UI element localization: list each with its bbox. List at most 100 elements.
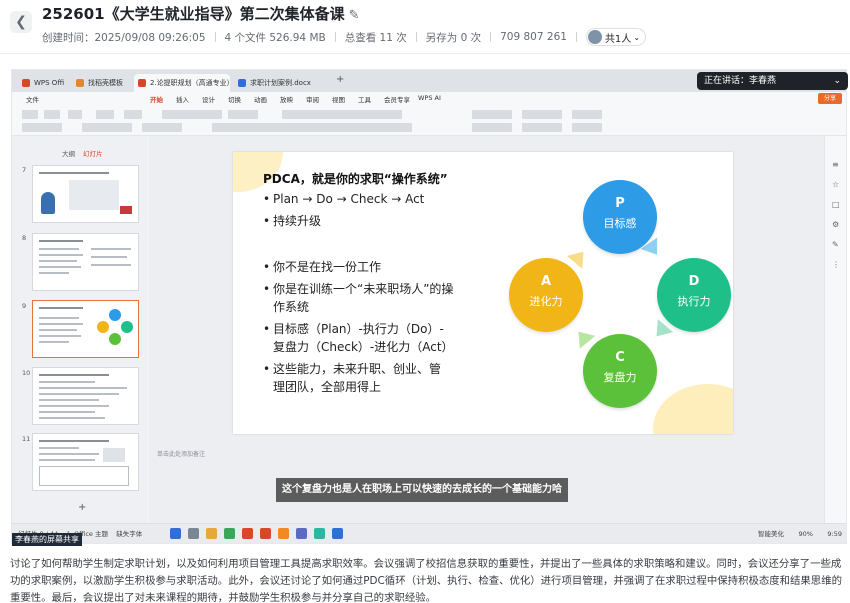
template-icon <box>76 79 84 87</box>
sidebar-tool-icon[interactable]: ⋮ <box>832 260 840 269</box>
thumb-line <box>39 381 95 383</box>
ribbon-tool[interactable] <box>22 123 62 132</box>
ribbon-tool[interactable] <box>68 110 82 119</box>
ribbon-tool[interactable] <box>472 110 512 119</box>
ribbon-tool[interactable] <box>522 123 562 132</box>
slide-thumbnail-selected[interactable] <box>32 300 139 358</box>
wps-share-button[interactable]: 分享 <box>818 93 842 104</box>
menu-home[interactable]: 开始 <box>150 94 163 107</box>
thumb-line <box>39 387 127 389</box>
thumb-circle <box>109 333 121 345</box>
ribbon-tool[interactable] <box>82 123 132 132</box>
ribbon-format-tools[interactable] <box>212 123 412 132</box>
folder-icon[interactable] <box>206 528 217 539</box>
search-icon[interactable] <box>188 528 199 539</box>
thumb-line <box>91 248 131 250</box>
windows-icon[interactable] <box>170 528 181 539</box>
tab-outline[interactable]: 大纲 <box>62 150 75 158</box>
slide-thumbnail[interactable] <box>32 433 139 491</box>
app-icon[interactable] <box>314 528 325 539</box>
add-slide-icon[interactable]: + <box>78 502 86 513</box>
new-tab-icon[interactable]: + <box>336 74 344 85</box>
app-icon[interactable] <box>278 528 289 539</box>
thumb-line <box>39 453 99 455</box>
ribbon-tool[interactable] <box>142 123 182 132</box>
ribbon-tool[interactable] <box>572 110 602 119</box>
thumb-line <box>39 399 99 401</box>
sidebar-tool-icon[interactable]: ✎ <box>832 240 839 249</box>
menu-file[interactable]: 文件 <box>26 94 39 104</box>
app-icon[interactable] <box>224 528 235 539</box>
ppt-icon <box>138 79 146 87</box>
wps-icon[interactable] <box>260 528 271 539</box>
ribbon-tool[interactable] <box>96 110 114 119</box>
divider <box>334 32 336 42</box>
thumb-image <box>103 448 125 462</box>
slide-title: PDCA，就是你的求职“操作系统” <box>263 172 448 186</box>
missing-font[interactable]: 缺失字体 <box>116 530 142 538</box>
sidebar-tool-icon[interactable]: ≡ <box>832 160 839 169</box>
ribbon-tool[interactable] <box>44 110 60 119</box>
ribbon-tool[interactable] <box>472 123 512 132</box>
menu-design[interactable]: 设计 <box>202 94 215 104</box>
ribbon-size-select[interactable] <box>228 110 258 119</box>
slide-bullet: • 这些能力，未来升职、创业、管 理团队，全部用得上 <box>263 362 442 394</box>
thumb-line <box>39 317 79 319</box>
thumb-line <box>39 447 79 449</box>
app-icon[interactable] <box>332 528 343 539</box>
clock: 9:59 <box>827 530 842 538</box>
ribbon-tool[interactable] <box>572 123 602 132</box>
thumb-table <box>39 466 129 486</box>
ribbon-font-select[interactable] <box>162 110 222 119</box>
sidebar-tool-icon[interactable]: □ <box>832 200 840 209</box>
thumb-line <box>39 260 77 262</box>
current-slide: PDCA，就是你的求职“操作系统” • Plan → Do → Check → A… <box>233 152 733 434</box>
sidebar-tool-icon[interactable]: ☆ <box>832 180 839 189</box>
menu-wps-ai[interactable]: WPS AI <box>418 94 441 102</box>
menu-tools[interactable]: 工具 <box>358 94 371 104</box>
thumb-line <box>39 335 81 337</box>
wps-tab-doc[interactable]: 求职计划案例.docx <box>234 74 330 92</box>
meeting-meta: 创建时间：2025/09/08 09:26:05 4 个文件 526.94 MB… <box>42 28 647 46</box>
slide-thumbnail[interactable] <box>32 233 139 291</box>
view-count: 总查看 11 次 <box>344 31 407 44</box>
ribbon-tool[interactable] <box>22 110 38 119</box>
ribbon-tool[interactable] <box>522 110 562 119</box>
pencil-icon[interactable]: ✎ <box>349 8 360 23</box>
meeting-id: 709 807 261 <box>500 31 567 43</box>
doc-icon <box>238 79 246 87</box>
wps-tab-ppt[interactable]: 2.论提职规划（高通专业） <box>134 74 230 92</box>
ribbon-tool[interactable] <box>124 110 142 119</box>
menu-member[interactable]: 会员专享 <box>384 94 410 104</box>
thumb-line <box>39 272 69 274</box>
zoom-level[interactable]: 90% <box>798 530 812 538</box>
wps-tab-home[interactable]: WPS Office <box>18 74 64 92</box>
thumb-image <box>69 180 119 210</box>
thumb-circle <box>121 321 133 333</box>
notes-placeholder[interactable]: 单击此处添加备注 <box>157 449 205 458</box>
sidebar-tool-icon[interactable]: ⚙ <box>832 220 839 229</box>
slide-bullet: • 持续升级 <box>263 214 322 228</box>
active-speaker-banner[interactable]: 正在讲话：李春燕 ⌄ <box>697 72 848 90</box>
slide-thumbnail[interactable] <box>32 165 139 223</box>
save-count: 另存为 0 次 <box>425 31 482 44</box>
menu-view[interactable]: 视图 <box>332 94 345 104</box>
wps-tab-template[interactable]: 找稻壳模板 <box>72 74 130 92</box>
menu-slideshow[interactable]: 放映 <box>280 94 293 104</box>
thumb-line <box>39 417 105 419</box>
slide-thumbnail[interactable] <box>32 367 139 425</box>
smart-beautify[interactable]: 智能美化 <box>758 530 784 538</box>
menu-insert[interactable]: 插入 <box>176 94 189 104</box>
back-icon[interactable]: ❮ <box>10 11 32 33</box>
ribbon-paragraph-tools[interactable] <box>282 110 402 119</box>
menu-review[interactable]: 审阅 <box>306 94 319 104</box>
thumb-circle <box>97 321 109 333</box>
divider <box>490 32 492 42</box>
menu-animation[interactable]: 动画 <box>254 94 267 104</box>
chrome-icon[interactable] <box>242 528 253 539</box>
app-icon[interactable] <box>296 528 307 539</box>
tab-slides[interactable]: 幻灯片 <box>83 150 103 158</box>
menu-transition[interactable]: 切换 <box>228 94 241 104</box>
chevron-down-icon[interactable]: ⌄ <box>833 72 841 90</box>
share-members-button[interactable]: 共1人 ⌄ <box>585 28 647 46</box>
